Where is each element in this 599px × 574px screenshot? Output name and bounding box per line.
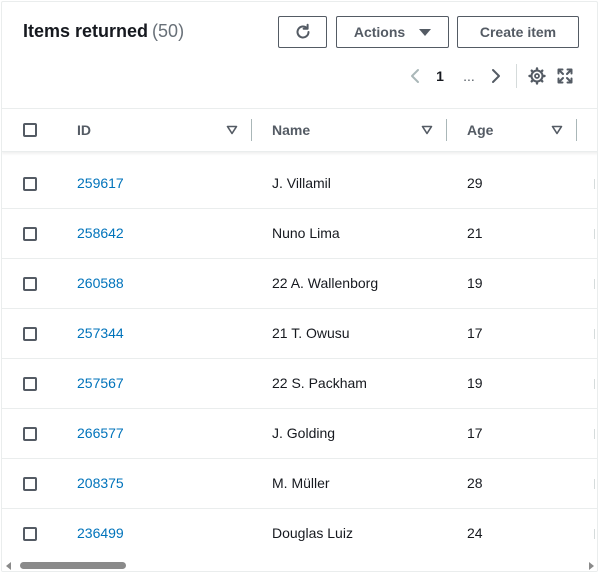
item-name: 22 A. Wallenborg <box>272 275 379 291</box>
row-checkbox[interactable] <box>23 477 37 491</box>
item-id-link[interactable]: 208375 <box>77 475 124 491</box>
refresh-icon <box>296 23 309 39</box>
table-body: 259617 J. Villamil 29 258642 Nuno Lima 2… <box>2 159 597 559</box>
row-overflow-edge <box>594 479 597 489</box>
item-name: J. Villamil <box>272 175 331 191</box>
create-item-label: Create item <box>479 24 557 40</box>
item-id-link[interactable]: 236499 <box>77 525 124 541</box>
row-checkbox[interactable] <box>23 277 37 291</box>
item-age: 21 <box>467 225 483 241</box>
table-row: 258642 Nuno Lima 21 <box>2 209 597 259</box>
item-age: 17 <box>467 425 483 441</box>
item-id-link[interactable]: 257344 <box>77 325 124 341</box>
item-age: 19 <box>467 275 483 291</box>
column-resizer[interactable] <box>576 119 577 141</box>
item-count: (50) <box>152 21 185 41</box>
previous-page-button[interactable] <box>405 64 425 88</box>
table-row: 266577 J. Golding 17 <box>2 409 597 459</box>
scrollbar-thumb[interactable] <box>20 562 126 569</box>
table-row: 257567 22 S. Packham 19 <box>2 359 597 409</box>
refresh-button[interactable] <box>278 16 327 48</box>
fullscreen-button[interactable] <box>554 64 576 88</box>
item-id-link[interactable]: 259617 <box>77 175 124 191</box>
table-row: 208375 M. Müller 28 <box>2 459 597 509</box>
page-ellipsis: ... <box>463 68 475 84</box>
column-resizer[interactable] <box>446 119 447 141</box>
column-header-age[interactable]: Age <box>467 122 493 138</box>
actions-label: Actions <box>353 24 406 40</box>
items-table-panel: Items returned (50) Actions Create item 1… <box>1 1 598 572</box>
pager-divider <box>516 64 517 88</box>
horizontal-scrollbar[interactable] <box>2 558 597 571</box>
item-id-link[interactable]: 260588 <box>77 275 124 291</box>
next-page-button[interactable] <box>486 64 506 88</box>
row-overflow-edge <box>594 429 597 439</box>
row-checkbox[interactable] <box>23 527 37 541</box>
table-settings-button[interactable] <box>526 64 548 88</box>
row-checkbox[interactable] <box>23 327 37 341</box>
row-checkbox[interactable] <box>23 427 37 441</box>
chevron-left-icon <box>411 69 419 83</box>
row-overflow-edge <box>594 329 597 339</box>
sort-caret-icon[interactable] <box>226 125 238 135</box>
item-name: J. Golding <box>272 425 336 441</box>
item-age: 17 <box>467 325 483 341</box>
item-name: Douglas Luiz <box>272 525 353 541</box>
item-age: 29 <box>467 175 483 191</box>
row-overflow-edge <box>594 279 597 289</box>
row-overflow-edge <box>594 529 597 539</box>
row-overflow-edge <box>594 179 597 189</box>
item-id-link[interactable]: 257567 <box>77 375 124 391</box>
row-overflow-edge <box>594 229 597 239</box>
item-age: 24 <box>467 525 483 541</box>
chevron-right-icon <box>492 69 500 83</box>
row-overflow-edge <box>594 379 597 389</box>
table-header: ID Name Age <box>2 108 597 152</box>
item-name: 21 T. Owusu <box>272 325 350 341</box>
sort-caret-icon[interactable] <box>421 125 433 135</box>
item-name: Nuno Lima <box>272 225 340 241</box>
column-header-name[interactable]: Name <box>272 122 310 138</box>
page-title: Items returned (50) <box>23 21 184 42</box>
actions-dropdown-button[interactable]: Actions <box>336 16 449 48</box>
expand-icon <box>557 68 573 84</box>
row-checkbox[interactable] <box>23 227 37 241</box>
title-text: Items returned <box>23 21 149 41</box>
table-row: 236499 Douglas Luiz 24 <box>2 509 597 559</box>
select-all-checkbox[interactable] <box>23 123 37 137</box>
item-name: 22 S. Packham <box>272 375 367 391</box>
item-id-link[interactable]: 266577 <box>77 425 124 441</box>
item-age: 28 <box>467 475 483 491</box>
table-row: 260588 22 A. Wallenborg 19 <box>2 259 597 309</box>
column-header-id[interactable]: ID <box>77 122 91 138</box>
column-resizer[interactable] <box>251 119 252 141</box>
item-name: M. Müller <box>272 475 330 491</box>
page-number-current[interactable]: 1 <box>432 64 448 88</box>
create-item-button[interactable]: Create item <box>457 16 579 48</box>
gear-icon <box>528 67 546 85</box>
sort-caret-icon[interactable] <box>551 125 563 135</box>
item-age: 19 <box>467 375 483 391</box>
table-row: 257344 21 T. Owusu 17 <box>2 309 597 359</box>
row-checkbox[interactable] <box>23 377 37 391</box>
item-id-link[interactable]: 258642 <box>77 225 124 241</box>
scroll-left-icon[interactable] <box>6 562 11 570</box>
caret-down-icon <box>419 28 432 36</box>
scroll-right-icon[interactable] <box>589 562 594 570</box>
table-row: 259617 J. Villamil 29 <box>2 159 597 209</box>
row-checkbox[interactable] <box>23 177 37 191</box>
